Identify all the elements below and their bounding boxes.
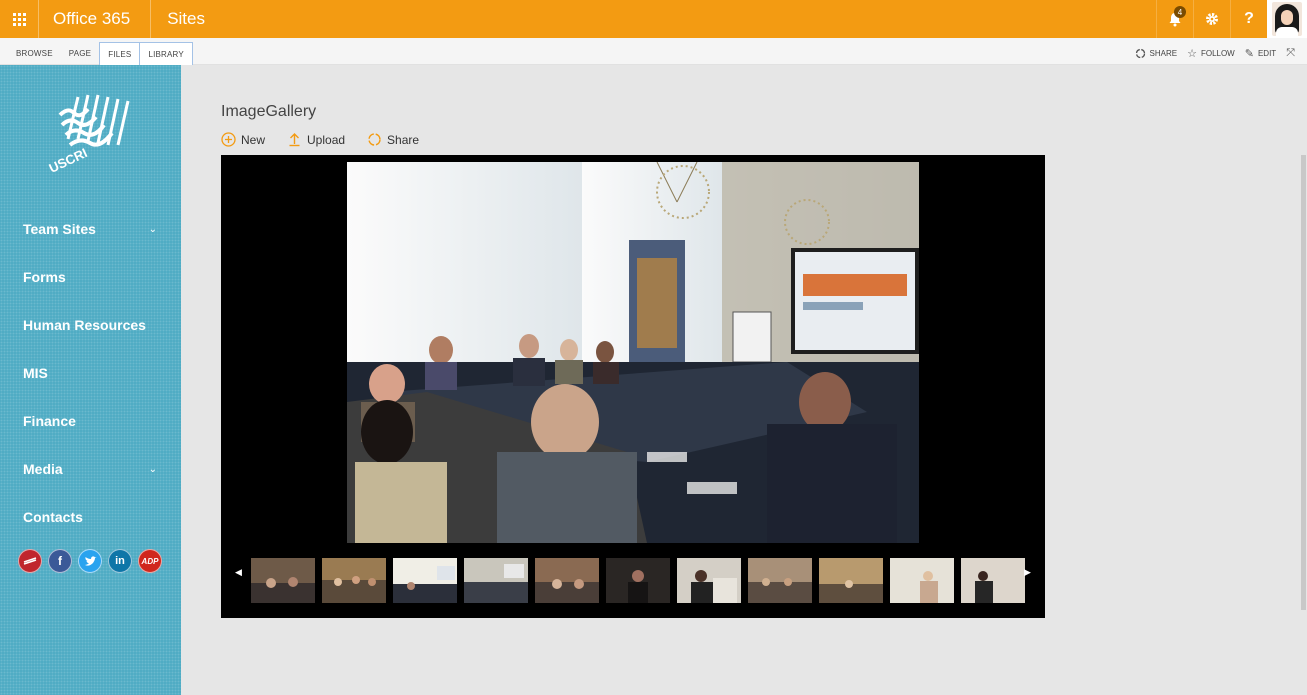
user-profile-button[interactable]: [1267, 0, 1307, 38]
thumbnail-strip: [251, 558, 1032, 603]
page-title: ImageGallery: [221, 103, 317, 120]
gallery-thumbnail[interactable]: [890, 558, 954, 603]
avatar: [1272, 2, 1302, 36]
waffle-icon: [12, 12, 26, 26]
nav-item-team-sites[interactable]: Team Sites ⌄: [0, 205, 181, 253]
gallery-thumbnail[interactable]: [535, 558, 599, 603]
star-icon: ☆: [1187, 48, 1197, 60]
edit-label: EDIT: [1257, 49, 1277, 58]
nav-item-finance[interactable]: Finance: [0, 397, 181, 445]
new-button[interactable]: New: [221, 132, 265, 147]
tab-page[interactable]: PAGE: [61, 42, 99, 65]
share-label: SHARE: [1149, 49, 1178, 58]
share-page-button[interactable]: SHARE: [1135, 48, 1178, 59]
edit-button[interactable]: ✎ EDIT: [1245, 47, 1276, 60]
twitter-icon[interactable]: [78, 549, 102, 573]
tab-library[interactable]: LIBRARY: [140, 42, 193, 65]
gallery-thumbnail[interactable]: [322, 558, 386, 603]
page-actions: SHARE ☆ FOLLOW ✎ EDIT ⤧: [1125, 47, 1299, 60]
chevron-right-icon[interactable]: ▶: [1024, 567, 1031, 578]
nav-item-label: Media: [23, 461, 63, 477]
nav-item-label: Finance: [23, 413, 76, 429]
notifications-button[interactable]: 4: [1156, 0, 1193, 38]
share-icon: [368, 133, 381, 146]
follow-button[interactable]: ☆ FOLLOW: [1187, 47, 1235, 60]
chevron-down-icon[interactable]: ⌄: [149, 464, 157, 475]
image-gallery-viewer: ◀ ▶: [221, 155, 1045, 618]
tab-files[interactable]: FILES: [99, 42, 141, 65]
adp-icon[interactable]: ADP: [138, 549, 162, 573]
suite-actions: 4 ?: [1156, 0, 1307, 38]
share-label: Share: [387, 132, 420, 147]
app-launcher-button[interactable]: [0, 0, 39, 38]
scrollbar-thumb[interactable]: [1301, 155, 1306, 610]
uscri-icon[interactable]: [18, 549, 42, 573]
focus-mode-button[interactable]: ⤧: [1286, 47, 1299, 60]
share-button[interactable]: Share: [367, 132, 419, 147]
nav-item-human-resources[interactable]: Human Resources: [0, 301, 181, 349]
upload-icon: [289, 133, 300, 147]
help-icon: ?: [1244, 10, 1254, 27]
add-circle-icon: [221, 132, 236, 147]
gear-icon: [1206, 13, 1218, 25]
page-scrollbar[interactable]: [1299, 65, 1307, 695]
nav-item-label: MIS: [23, 365, 48, 381]
gallery-thumbnail[interactable]: [961, 558, 1025, 603]
upload-label: Upload: [307, 132, 346, 147]
gallery-thumbnail[interactable]: [748, 558, 812, 603]
gallery-thumbnail[interactable]: [251, 558, 315, 603]
nav-item-contacts[interactable]: Contacts: [0, 493, 181, 541]
main-gallery-image[interactable]: [347, 162, 919, 543]
follow-label: FOLLOW: [1200, 49, 1235, 58]
fullscreen-icon: ⤧: [1286, 47, 1295, 59]
pencil-icon: ✎: [1244, 48, 1254, 60]
uscri-logo[interactable]: USCRI: [38, 87, 148, 177]
nav-list: Team Sites ⌄ Forms Human Resources MIS F…: [0, 205, 181, 541]
uscri-logo-icon: USCRI: [46, 94, 130, 176]
ribbon: BROWSE PAGE FILES LIBRARY SHARE ☆ FOLLOW…: [0, 38, 1307, 65]
share-icon: [1135, 48, 1145, 59]
gallery-thumbnail[interactable]: [464, 558, 528, 603]
app-title-sites[interactable]: Sites: [151, 9, 205, 29]
ribbon-tabs: BROWSE PAGE FILES LIBRARY: [8, 42, 193, 65]
gallery-thumbnail[interactable]: [393, 558, 457, 603]
chevron-left-icon[interactable]: ◀: [235, 567, 242, 578]
notification-count-badge: 4: [1174, 6, 1186, 18]
help-button[interactable]: ?: [1230, 0, 1267, 38]
nav-item-label: Contacts: [23, 509, 83, 525]
nav-item-label: Forms: [23, 269, 66, 285]
facebook-icon[interactable]: f: [48, 549, 72, 573]
nav-item-label: Human Resources: [23, 317, 146, 333]
office365-brand-link[interactable]: Office 365: [39, 0, 152, 38]
nav-item-label: Team Sites: [23, 221, 96, 237]
left-navigation: USCRI Team Sites ⌄ Forms Human Resources…: [0, 65, 181, 695]
social-links: f in ADP: [18, 549, 168, 573]
new-label: New: [241, 132, 266, 147]
upload-button[interactable]: Upload: [287, 132, 345, 147]
svg-text:USCRI: USCRI: [46, 145, 89, 176]
chevron-down-icon[interactable]: ⌄: [149, 224, 157, 235]
command-bar: New Upload Share: [221, 132, 441, 147]
gallery-thumbnail[interactable]: [606, 558, 670, 603]
nav-item-forms[interactable]: Forms: [0, 253, 181, 301]
nav-item-mis[interactable]: MIS: [0, 349, 181, 397]
gallery-thumbnail[interactable]: [677, 558, 741, 603]
suite-bar: Office 365 Sites 4 ?: [0, 0, 1307, 38]
tab-browse[interactable]: BROWSE: [8, 42, 61, 65]
nav-item-media[interactable]: Media ⌄: [0, 445, 181, 493]
settings-button[interactable]: [1193, 0, 1230, 38]
gallery-thumbnail[interactable]: [819, 558, 883, 603]
linkedin-icon[interactable]: in: [108, 549, 132, 573]
